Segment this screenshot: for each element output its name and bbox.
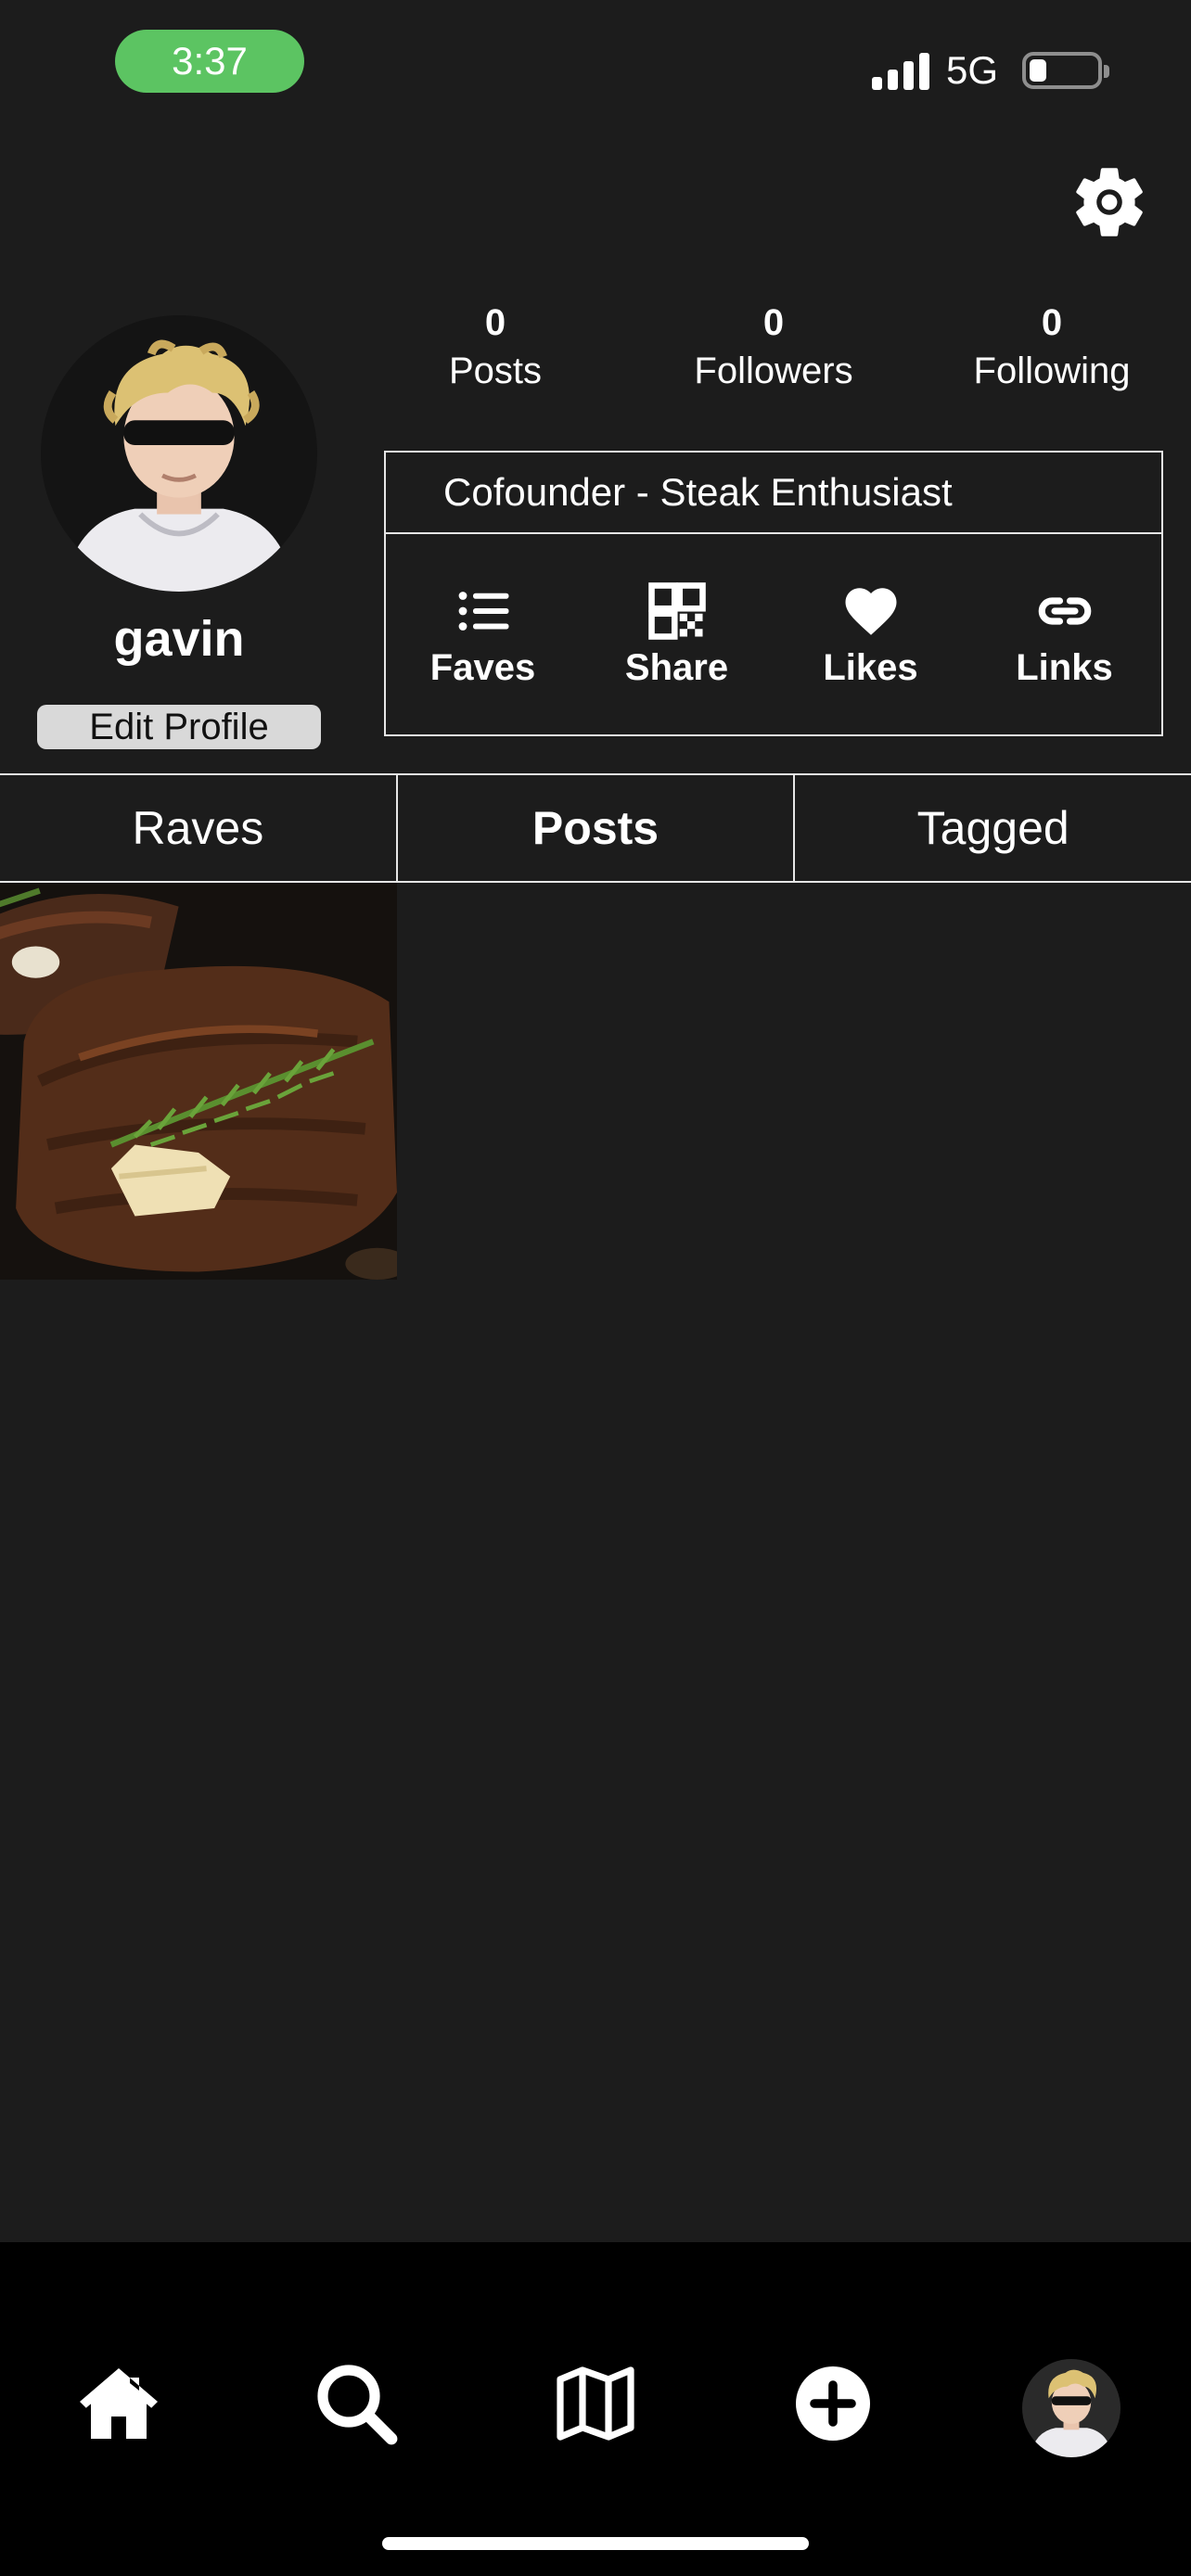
home-icon[interactable] <box>72 2357 165 2450</box>
cellular-signal-icon <box>871 51 929 90</box>
faves-button[interactable]: Faves <box>386 534 580 734</box>
add-icon[interactable] <box>787 2357 879 2450</box>
stat-value: 0 <box>1041 302 1063 343</box>
profile-screen: 3:37 5G gavin Edit Profile 0 Posts 0 Fol… <box>0 0 1191 2576</box>
stat-label: Following <box>973 351 1131 391</box>
stat-value: 0 <box>484 302 506 343</box>
stat-posts[interactable]: 0 Posts <box>384 299 607 395</box>
tab-tagged[interactable]: Tagged <box>793 775 1191 881</box>
likes-button[interactable]: Likes <box>774 534 967 734</box>
stat-label: Posts <box>448 351 543 391</box>
stat-label: Followers <box>694 351 853 391</box>
status-time: 3:37 <box>115 30 304 93</box>
username: gavin <box>113 611 245 667</box>
share-button[interactable]: Share <box>580 534 774 734</box>
stat-following[interactable]: 0 Following <box>941 299 1163 395</box>
map-icon[interactable] <box>549 2357 642 2450</box>
edit-profile-button[interactable]: Edit Profile <box>37 705 321 749</box>
link-icon <box>1038 596 1091 625</box>
tab-raves[interactable]: Raves <box>0 775 396 881</box>
stat-value: 0 <box>762 302 785 343</box>
heart-icon <box>845 587 896 635</box>
steak-image <box>0 883 397 1280</box>
action-label: Links <box>1016 646 1113 688</box>
profile-avatar-nav[interactable] <box>1022 2359 1121 2457</box>
profile-avatar[interactable] <box>41 315 317 592</box>
stat-followers[interactable]: 0 Followers <box>662 299 885 395</box>
action-label: Faves <box>429 646 536 688</box>
home-indicator[interactable] <box>382 2537 809 2550</box>
battery-icon <box>1022 52 1109 89</box>
action-label: Share <box>624 646 729 688</box>
list-icon <box>458 591 508 631</box>
bio-box: Cofounder - Steak Enthusiast Faves Share <box>384 451 1163 736</box>
bio-text: Cofounder - Steak Enthusiast <box>386 453 1161 534</box>
qr-code-icon <box>647 581 706 640</box>
profile-actions: Faves Share Likes Links <box>386 534 1161 734</box>
action-label: Likes <box>823 646 918 688</box>
links-button[interactable]: Links <box>967 534 1161 734</box>
battery-fill <box>1030 59 1046 82</box>
network-type: 5G <box>945 48 998 92</box>
profile-tabs: Raves Posts Tagged <box>0 773 1191 883</box>
status-indicators: 5G <box>871 41 1109 100</box>
search-icon[interactable] <box>310 2357 403 2450</box>
settings-gear-icon[interactable] <box>1067 159 1152 245</box>
tab-posts[interactable]: Posts <box>395 775 794 881</box>
post-thumbnail[interactable] <box>0 883 397 1280</box>
